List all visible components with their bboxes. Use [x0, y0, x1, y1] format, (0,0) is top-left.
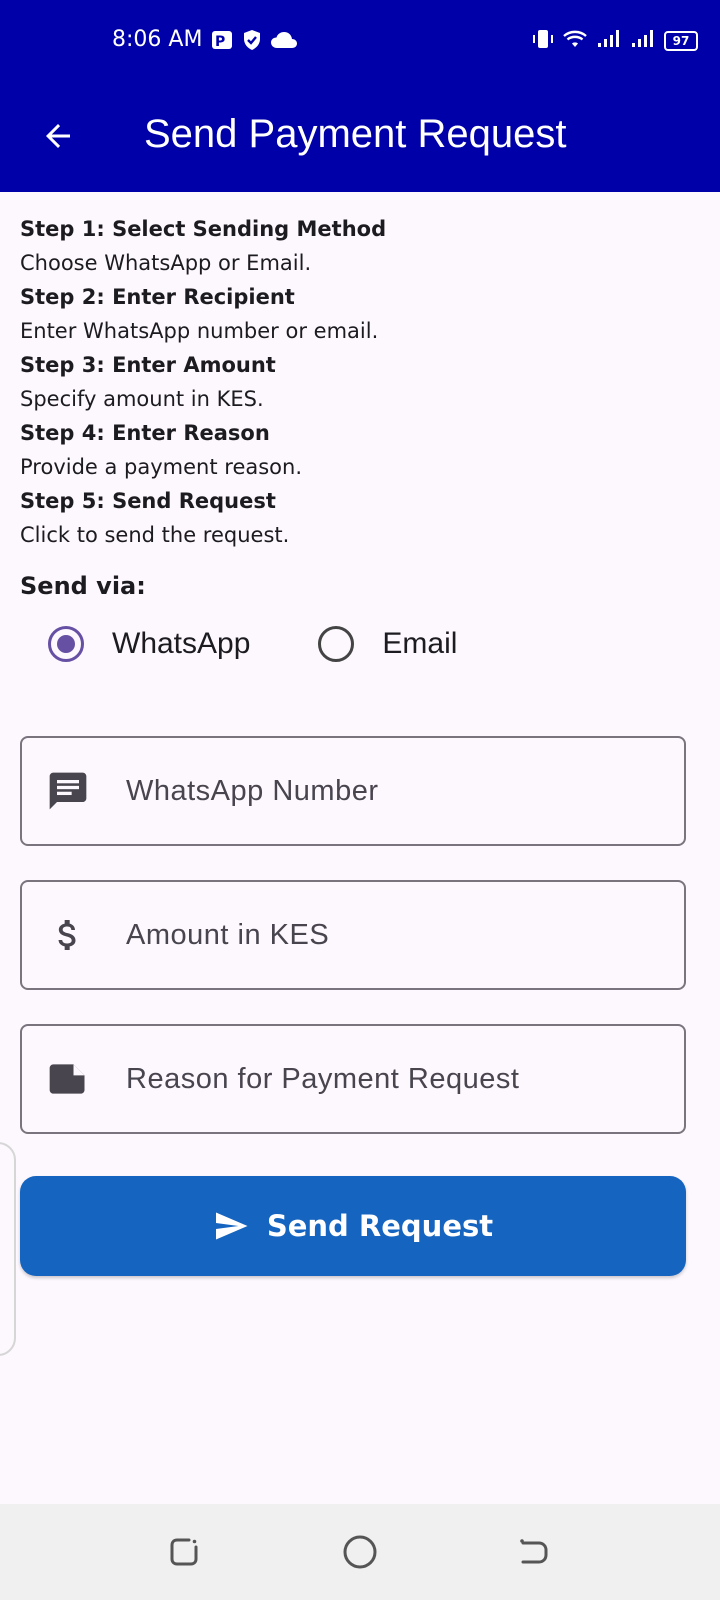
- status-notification-icons: P: [210, 28, 298, 56]
- step-4-desc: Provide a payment reason.: [20, 455, 303, 479]
- radio-whatsapp-label[interactable]: WhatsApp: [112, 627, 250, 661]
- svg-text:P: P: [215, 34, 225, 50]
- home-circle-icon: [343, 1535, 377, 1569]
- cloud-icon: [270, 28, 298, 56]
- reason-input[interactable]: [124, 1061, 648, 1097]
- signal-icon: [596, 27, 622, 55]
- step-3-desc: Specify amount in KES.: [20, 387, 264, 411]
- step-4-title: Step 4: Enter Reason: [20, 421, 270, 445]
- vibrate-icon: [532, 27, 554, 55]
- radio-email[interactable]: [318, 626, 355, 662]
- arrow-left-icon: [46, 124, 70, 148]
- message-icon: [44, 767, 92, 815]
- note-icon: [44, 1055, 92, 1103]
- shield-icon: [240, 28, 264, 56]
- wifi-icon: [562, 27, 588, 55]
- send-request-button[interactable]: Send Request: [20, 1176, 686, 1276]
- instructions: Step 1: Select Sending Method Choose Wha…: [20, 212, 700, 552]
- battery-icon: 97: [664, 31, 698, 51]
- step-5-title: Step 5: Send Request: [20, 489, 276, 513]
- back-button[interactable]: [34, 112, 82, 160]
- recents-icon: [170, 1538, 198, 1566]
- amount-field[interactable]: [20, 880, 686, 990]
- step-1-desc: Choose WhatsApp or Email.: [20, 251, 312, 275]
- dollar-icon: [44, 911, 92, 959]
- signal-icon-2: [630, 27, 656, 55]
- app-bar: 8:06 AM P 97 Send Payment Request: [0, 0, 720, 192]
- step-2-desc: Enter WhatsApp number or email.: [20, 319, 379, 343]
- recipient-field[interactable]: [20, 736, 686, 846]
- radio-email-label[interactable]: Email: [382, 627, 457, 661]
- send-icon: [213, 1208, 249, 1244]
- home-button[interactable]: [342, 1534, 378, 1570]
- reason-field[interactable]: [20, 1024, 686, 1134]
- recent-apps-button[interactable]: [166, 1534, 202, 1570]
- whatsapp-number-input[interactable]: [124, 773, 648, 809]
- send-method-radio-group: WhatsApp Email: [48, 626, 457, 662]
- back-nav-icon: [520, 1539, 548, 1564]
- status-time: 8:06 AM: [112, 27, 203, 52]
- page-title: Send Payment Request: [144, 112, 567, 156]
- system-nav-bar: [0, 1504, 720, 1600]
- radio-whatsapp[interactable]: [48, 626, 84, 662]
- status-system-icons: 97: [532, 27, 698, 55]
- step-2-title: Step 2: Enter Recipient: [20, 285, 295, 309]
- back-nav-button[interactable]: [516, 1534, 552, 1570]
- edge-panel-handle[interactable]: [0, 1142, 16, 1356]
- send-request-label: Send Request: [266, 1209, 494, 1243]
- step-1-title: Step 1: Select Sending Method: [20, 217, 387, 241]
- step-3-title: Step 3: Enter Amount: [20, 353, 276, 377]
- parking-icon: P: [210, 28, 234, 56]
- send-via-label: Send via:: [20, 572, 146, 600]
- amount-input[interactable]: [124, 917, 648, 953]
- step-5-desc: Click to send the request.: [20, 523, 290, 547]
